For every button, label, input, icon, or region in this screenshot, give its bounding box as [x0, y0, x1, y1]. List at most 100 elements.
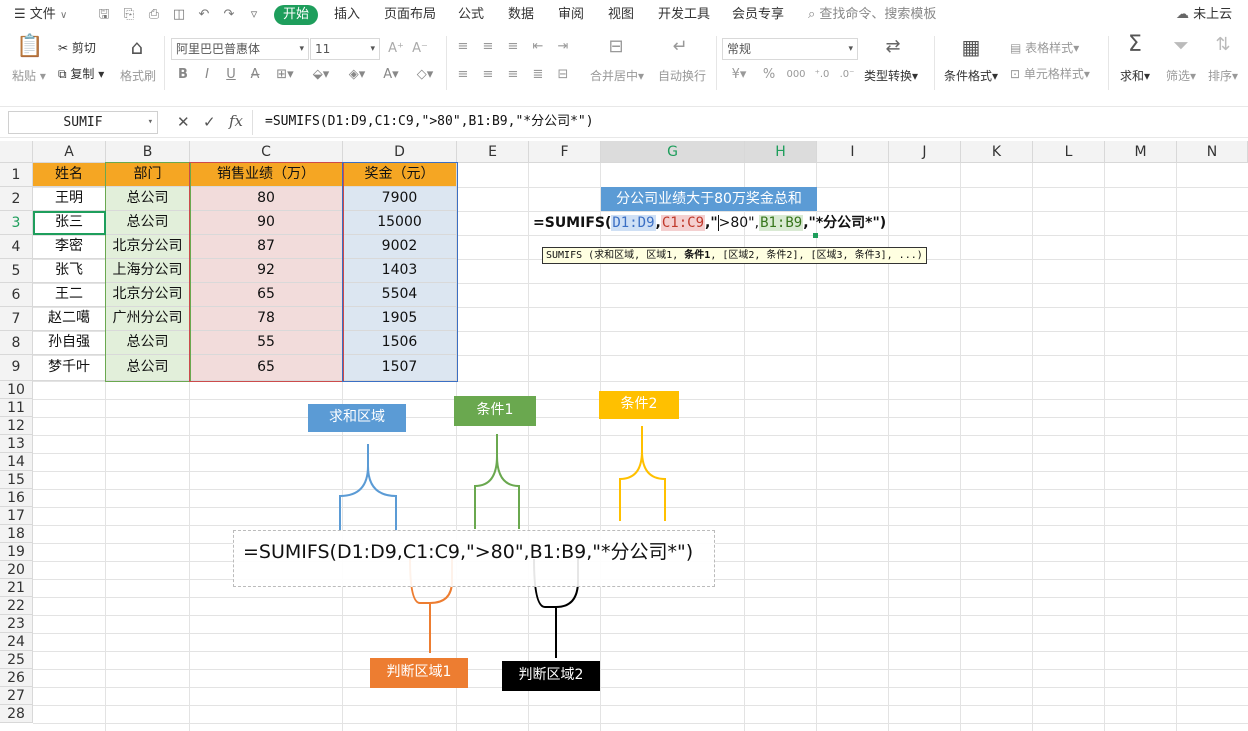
sum-icon[interactable]: Σ [1124, 34, 1146, 56]
tab-page-layout[interactable]: 页面布局 [384, 5, 436, 25]
cloud-label: 未上云 [1193, 7, 1233, 22]
name-box[interactable]: SUMIF ▾ [8, 111, 158, 134]
italic-icon[interactable]: I [200, 66, 214, 84]
wrap-text-icon[interactable]: ↵ [668, 38, 692, 56]
cell-fill-icon[interactable]: ⬙▾ [308, 66, 334, 84]
thousands-icon[interactable]: 000 [786, 66, 806, 84]
type-convert-button[interactable]: 类型转换▾ [864, 68, 918, 84]
file-label: 文件 [29, 7, 56, 22]
tab-insert[interactable]: 插入 [334, 5, 360, 25]
distributed-icon[interactable]: ⊟ [556, 66, 570, 84]
cloud-status[interactable]: ☁ 未上云 [1176, 5, 1232, 25]
more-icon[interactable]: ▿ [246, 7, 262, 23]
font-color-icon[interactable]: A▾ [378, 66, 404, 84]
bold-icon[interactable]: B [176, 66, 190, 84]
save-icon[interactable]: 🖫 [96, 7, 112, 23]
separator [1108, 36, 1109, 90]
tab-developer[interactable]: 开发工具 [658, 5, 710, 25]
undo-icon[interactable]: ↶ [196, 7, 212, 23]
confirm-icon[interactable]: ✓ [203, 113, 216, 131]
conditional-format-button[interactable]: 条件格式▾ [944, 68, 998, 84]
filter-icon[interactable]: ⏷ [1170, 35, 1192, 55]
sort-icon[interactable]: ⇅ [1212, 36, 1234, 54]
copy-icon: ⧉ [58, 67, 67, 81]
spreadsheet-grid[interactable]: A B C D E F G H I J K L M N 1 2 3 4 5 6 … [0, 141, 1248, 731]
tab-data[interactable]: 数据 [508, 5, 534, 25]
fill-color-icon[interactable]: ◈▾ [344, 66, 370, 84]
tab-formula[interactable]: 公式 [458, 5, 484, 25]
align-left-icon[interactable]: ≡ [456, 66, 470, 84]
menu-bar: ☰ 文件 ∨ 🖫 ⎘ ⎙ ◫ ↶ ↷ ▿ 开始 插入 页面布局 公式 数据 审阅… [0, 0, 1248, 30]
bracket-condition1 [473, 434, 520, 529]
strikethrough-icon[interactable]: A̶ [248, 66, 262, 84]
insert-function-icon[interactable]: fx [229, 112, 243, 130]
font-grow-icon[interactable]: A⁺ [388, 40, 404, 58]
annotation-brackets [339, 426, 666, 658]
formula-bar: SUMIF ▾ ✕ ✓ fx =SUMIFS(D1:D9,C1:C9,">80",… [0, 106, 1248, 138]
justify-icon[interactable]: ≣ [531, 66, 545, 84]
separator [934, 36, 935, 90]
sum-button[interactable]: 求和▾ [1120, 68, 1150, 84]
underline-icon[interactable]: U [224, 66, 238, 84]
file-menu[interactable]: ☰ 文件 ∨ [14, 5, 67, 25]
redo-icon[interactable]: ↷ [221, 7, 237, 23]
tab-review[interactable]: 审阅 [558, 5, 584, 25]
clear-format-icon[interactable]: ◇▾ [412, 66, 438, 84]
paste-button[interactable]: 粘贴 ▾ [12, 68, 46, 84]
border-icon[interactable]: ⊞▾ [274, 66, 296, 84]
export-icon[interactable]: ⎘ [121, 7, 137, 23]
filter-button[interactable]: 筛选▾ [1166, 68, 1196, 84]
indent-increase-icon[interactable]: ⇥ [556, 38, 570, 56]
cancel-icon[interactable]: ✕ [177, 113, 190, 131]
format-painter-icon[interactable]: ⌂ [126, 37, 148, 64]
separator [446, 36, 447, 90]
print-preview-icon[interactable]: ◫ [171, 7, 187, 23]
bracket-condition2 [619, 426, 666, 521]
copy-button[interactable]: ⧉ 复制 ▾ [58, 66, 104, 82]
formula-textbox-text: =SUMIFS(D1:D9,C1:C9,">80",B1:B9,"*分公司*") [243, 541, 694, 563]
percent-icon[interactable]: % [762, 66, 776, 84]
formula-textbox[interactable]: =SUMIFS(D1:D9,C1:C9,">80",B1:B9,"*分公司*") [233, 530, 715, 587]
cloud-icon: ☁ [1176, 7, 1189, 22]
cut-button[interactable]: ✂ 剪切 [58, 40, 96, 56]
tab-member[interactable]: 会员专享 [732, 5, 784, 25]
align-bottom-icon[interactable]: ≡ [506, 38, 520, 56]
hamburger-icon: ☰ [14, 7, 26, 22]
indent-decrease-icon[interactable]: ⇤ [531, 38, 545, 56]
search-icon: ⌕ [808, 7, 816, 22]
search-placeholder: 查找命令、搜索模板 [819, 7, 937, 22]
conditional-format-icon[interactable]: ▦ [958, 37, 984, 57]
wrap-text-button[interactable]: 自动换行 [658, 68, 706, 84]
formula-input[interactable]: =SUMIFS(D1:D9,C1:C9,">80",B1:B9,"*分公司*") [252, 110, 1242, 135]
format-painter-button[interactable]: 格式刷 [120, 68, 156, 84]
paste-icon[interactable]: 📋 [16, 36, 43, 64]
table-style-button[interactable]: ▤ 表格样式▾ [1010, 40, 1079, 56]
separator [716, 36, 717, 90]
separator [164, 36, 165, 90]
increase-decimal-icon[interactable]: ⁺.0 [812, 66, 832, 84]
align-right-icon[interactable]: ≡ [506, 66, 520, 84]
tab-start[interactable]: 开始 [274, 5, 319, 25]
merge-center-button[interactable]: 合并居中▾ [590, 68, 644, 84]
align-middle-icon[interactable]: ≡ [481, 38, 495, 56]
scissors-icon: ✂ [58, 41, 69, 55]
align-top-icon[interactable]: ≡ [456, 38, 470, 56]
font-name-select[interactable]: 阿里巴巴普惠体 ▾ [171, 38, 309, 60]
merge-center-icon[interactable]: ⊟ [604, 38, 628, 56]
currency-icon[interactable]: ¥▾ [728, 66, 750, 84]
font-size-select[interactable]: 11 ▾ [310, 38, 380, 60]
number-format-select[interactable]: 常规 ▾ [722, 38, 858, 60]
ribbon-toolbar: 📋 粘贴 ▾ ✂ 剪切 ⧉ 复制 ▾ ⌂ 格式刷 阿里巴巴普惠体 ▾ 11 ▾ A⁺… [0, 30, 1248, 96]
align-center-icon[interactable]: ≡ [481, 66, 495, 84]
decrease-decimal-icon[interactable]: .0⁻ [837, 66, 857, 84]
cell-style-button[interactable]: ⊡ 单元格样式▾ [1010, 66, 1090, 82]
print-icon[interactable]: ⎙ [146, 7, 162, 23]
chevron-down-icon: ∨ [59, 10, 68, 21]
tab-view[interactable]: 视图 [608, 5, 634, 25]
type-convert-icon[interactable]: ⇄ [880, 38, 906, 56]
font-shrink-icon[interactable]: A⁻ [412, 40, 428, 58]
bracket-sum-range [339, 444, 398, 531]
search-box[interactable]: ⌕ 查找命令、搜索模板 [808, 5, 936, 25]
table-style-icon: ▤ [1010, 41, 1022, 55]
sort-button[interactable]: 排序▾ [1208, 68, 1238, 84]
